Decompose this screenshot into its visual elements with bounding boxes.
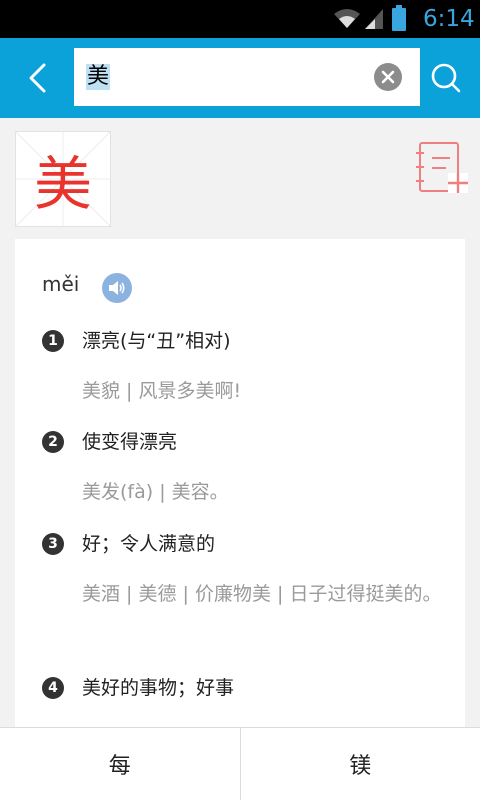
status-time: 6:14 [423,6,475,32]
notebook-add-icon [416,142,468,193]
search-box: 美 [74,48,420,106]
wifi-icon [334,9,360,28]
definition-meaning: 漂亮(与“丑”相对) [82,330,231,352]
search-icon [431,63,461,93]
close-icon [381,70,395,84]
back-arrow-icon [29,63,46,93]
clear-search-button[interactable] [374,63,402,91]
definition-example: 美貌 | 风景多美啊! [82,380,242,402]
previous-character-button[interactable]: 每 [0,728,240,800]
definition-card: měi 1 漂亮(与“丑”相对) 美貌 | 风景多美啊! 2 使变得漂亮 美发(… [15,239,465,749]
signal-icon [365,9,383,29]
definition-meaning: 美好的事物；好事 [82,677,235,699]
pronounce-button[interactable] [102,273,132,303]
search-button[interactable] [424,56,468,100]
definition-number: 3 [42,533,64,555]
pinyin: měi [42,272,80,296]
status-bar: 6:14 [0,0,480,38]
back-button[interactable] [12,52,62,104]
definition-example: 美酒 | 美德 | 价廉物美 | 日子过得挺美的。 [82,583,442,605]
next-character-button[interactable]: 镁 [239,728,480,800]
app-bar: 美 [0,38,480,118]
search-input[interactable] [84,60,364,94]
definition-number: 1 [42,330,64,352]
definition-number: 4 [42,677,64,699]
speaker-icon [109,281,125,295]
definition-number: 2 [42,431,64,453]
battery-icon [392,5,406,31]
character-grid-box: 美 [15,131,111,227]
definition-meaning: 使变得漂亮 [82,431,178,453]
definition-example: 美发(fà) | 美容。 [82,481,229,503]
add-to-notebook-button[interactable] [413,140,469,196]
definition-meaning: 好；令人满意的 [82,533,216,555]
bottom-navigation: 每 镁 [0,727,480,800]
entry-character: 美 [33,150,92,218]
